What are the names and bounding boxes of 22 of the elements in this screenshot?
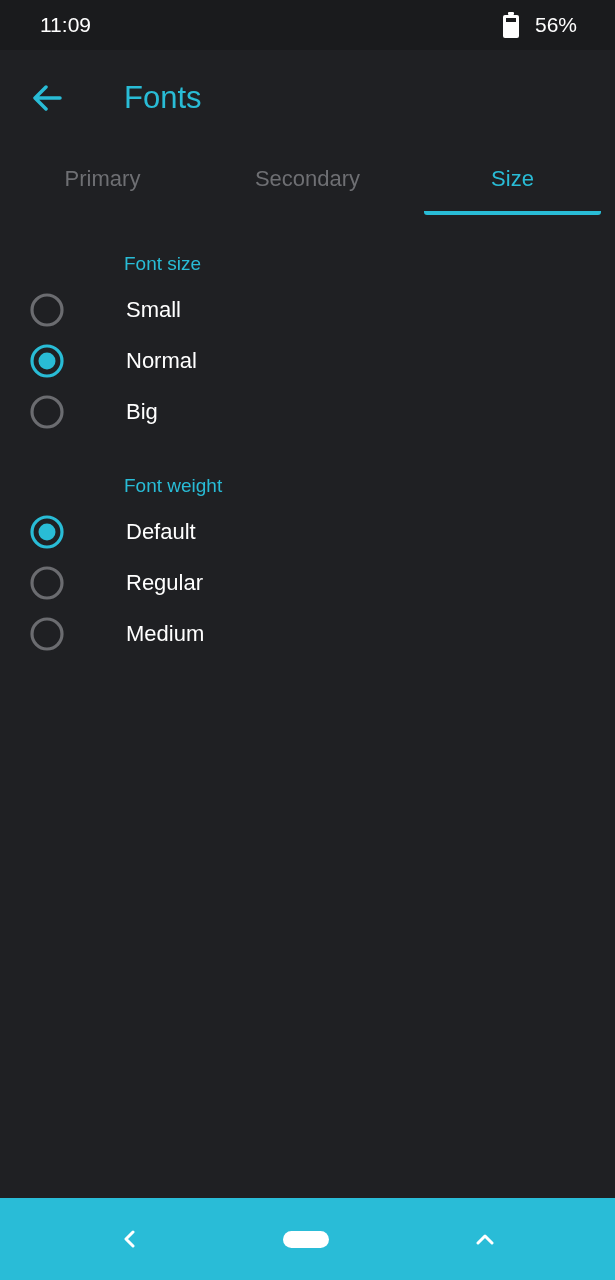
battery-icon: [502, 12, 519, 38]
section-heading: Font weight: [124, 475, 224, 497]
screen-title: Fonts: [124, 78, 202, 117]
clock-time: 11:09: [40, 12, 91, 39]
radio-button[interactable]: [30, 343, 64, 378]
option-label[interactable]: Medium: [126, 617, 205, 650]
option-label[interactable]: Default: [126, 515, 196, 548]
option-label[interactable]: Normal: [126, 344, 197, 377]
section-heading: Font size: [124, 253, 203, 275]
tab[interactable]: Size: [424, 145, 601, 215]
radio-button[interactable]: [30, 292, 64, 327]
option-label[interactable]: Small: [126, 293, 181, 326]
radio-button[interactable]: [30, 514, 64, 549]
radio-button[interactable]: [30, 565, 64, 600]
back-arrow-icon[interactable]: [32, 84, 62, 111]
radio-button[interactable]: [30, 616, 64, 651]
option-label[interactable]: Regular: [126, 566, 204, 599]
home-pill-icon[interactable]: [282, 1230, 329, 1248]
up-chevron-icon[interactable]: [475, 1233, 494, 1245]
battery-percent: 56%: [534, 12, 577, 39]
option-label[interactable]: Big: [126, 395, 158, 428]
radio-button[interactable]: [30, 394, 64, 429]
